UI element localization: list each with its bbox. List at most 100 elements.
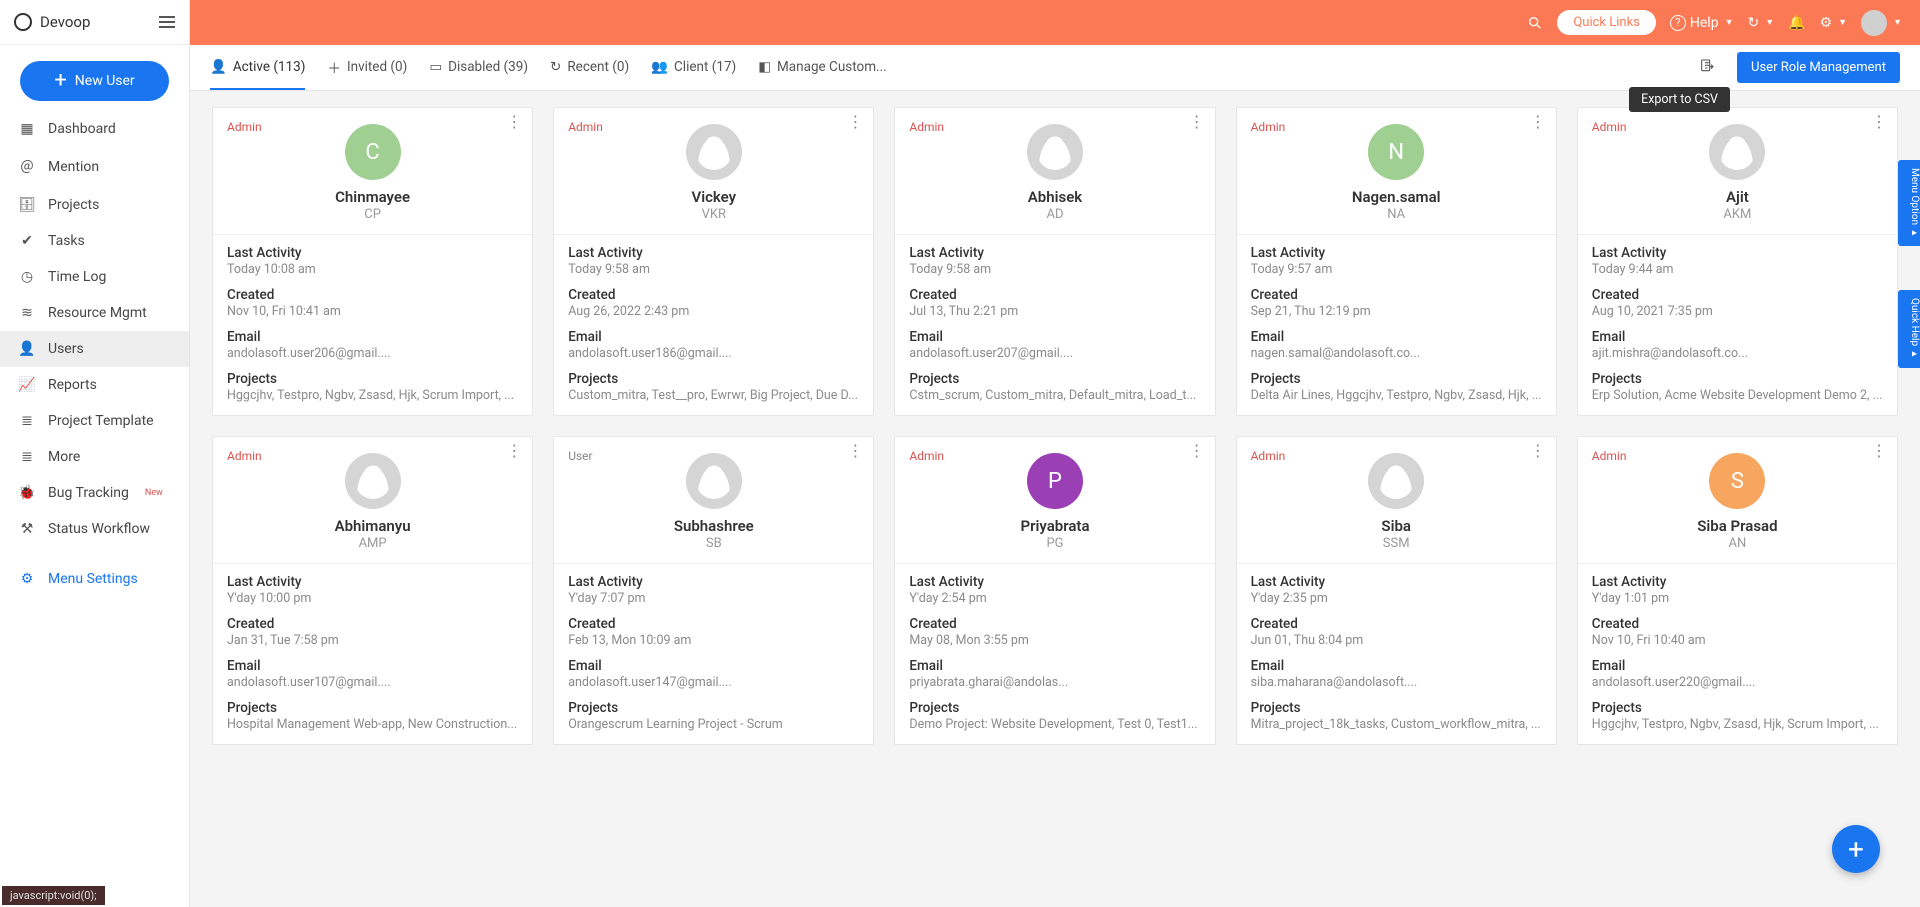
tab-manage-custom[interactable]: ◧Manage Custom...	[758, 45, 886, 90]
card-menu-button[interactable]: ⋮	[506, 118, 522, 126]
brand-logo[interactable]: Devoop	[14, 13, 90, 31]
chevron-down-icon: ▼	[1893, 17, 1902, 28]
user-role-management-button[interactable]: User Role Management	[1737, 52, 1900, 83]
field-projects: Projects Hggcjhv, Testpro, Ngbv, Zsasd, …	[227, 371, 518, 403]
topbar: Quick Links ?Help▼ ↻▼ 🔔 ⚙▼ ▼	[190, 0, 1920, 45]
bug-icon: 🐞	[18, 485, 36, 501]
recent-icon: ↻	[550, 59, 561, 75]
card-menu-button[interactable]: ⋮	[847, 447, 863, 455]
avatar-placeholder-icon	[1368, 453, 1424, 509]
avatar-placeholder-icon	[345, 453, 401, 509]
field-last-activity: Last Activity Today 9:44 am	[1592, 245, 1883, 277]
sidebar-item-bugtracking[interactable]: 🐞Bug TrackingNew	[0, 475, 189, 511]
new-user-button[interactable]: + New User	[20, 61, 169, 101]
field-created: Created May 08, Mon 3:55 pm	[909, 616, 1200, 648]
card-menu-button[interactable]: ⋮	[1530, 447, 1546, 455]
user-name: Chinmayee	[227, 188, 518, 206]
settings-button[interactable]: ⚙▼	[1820, 15, 1847, 31]
tab-invited[interactable]: ＋Invited (0)	[327, 45, 407, 90]
user-card[interactable]: Admin ⋮ Vickey VKR Last Activity Today 9…	[553, 107, 874, 416]
field-projects: Projects Hospital Management Web-app, Ne…	[227, 700, 518, 732]
side-tab-menu-option[interactable]: Menu Option ▸	[1898, 160, 1920, 246]
user-code: AMP	[227, 536, 518, 551]
tabs-row: 👤Active (113) ＋Invited (0) ▭Disabled (39…	[190, 45, 1920, 91]
card-menu-button[interactable]: ⋮	[847, 118, 863, 126]
user-card[interactable]: Admin ⋮ C Chinmayee CP Last Activity Tod…	[212, 107, 533, 416]
sidebar-item-tasks[interactable]: ✔Tasks	[0, 223, 189, 259]
field-last-activity: Last Activity Y'day 7:07 pm	[568, 574, 859, 606]
notifications-button[interactable]: 🔔	[1788, 15, 1805, 31]
user-card[interactable]: Admin ⋮ Siba SSM Last Activity Y'day 2:3…	[1236, 436, 1557, 745]
sidebar-item-timelog[interactable]: ◷Time Log	[0, 259, 189, 295]
sidebar-item-reports[interactable]: 📈Reports	[0, 367, 189, 403]
check-icon: ✔	[18, 233, 36, 249]
add-fab-button[interactable]: +	[1832, 825, 1880, 873]
field-created: Created Aug 26, 2022 2:43 pm	[568, 287, 859, 319]
field-email: Email siba.maharana@andolasoft....	[1251, 658, 1542, 690]
sidebar-item-resource[interactable]: ≋Resource Mgmt	[0, 295, 189, 331]
sidebar-item-template[interactable]: ≣Project Template	[0, 403, 189, 439]
sidebar-item-mention[interactable]: ＠Mention	[0, 147, 189, 187]
card-body: Last Activity Today 9:58 am Created Aug …	[554, 235, 873, 415]
field-last-activity: Last Activity Y'day 1:01 pm	[1592, 574, 1883, 606]
card-menu-button[interactable]: ⋮	[1189, 447, 1205, 455]
sidebar-item-dashboard[interactable]: ▦Dashboard	[0, 111, 189, 147]
sidebar-item-projects[interactable]: 🗄Projects	[0, 187, 189, 223]
sidebar-item-users[interactable]: 👤Users	[0, 331, 189, 367]
export-csv-tooltip: Export to CSV	[1629, 87, 1730, 112]
help-button[interactable]: ?Help▼	[1670, 15, 1734, 31]
history-button[interactable]: ↻▼	[1748, 15, 1775, 31]
card-menu-button[interactable]: ⋮	[1530, 118, 1546, 126]
user-name: Nagen.samal	[1251, 188, 1542, 206]
sidebar-item-menu-settings[interactable]: ⚙Menu Settings	[0, 561, 189, 597]
quick-links-button[interactable]: Quick Links	[1557, 10, 1656, 35]
field-email: Email ajit.mishra@andolasoft.co...	[1592, 329, 1883, 361]
cards-scroll[interactable]: Admin ⋮ C Chinmayee CP Last Activity Tod…	[190, 91, 1920, 907]
role-label: Admin	[227, 449, 262, 463]
tab-disabled[interactable]: ▭Disabled (39)	[429, 45, 528, 90]
field-last-activity: Last Activity Y'day 10:00 pm	[227, 574, 518, 606]
field-projects: Projects Demo Project: Website Developme…	[909, 700, 1200, 732]
role-label: Admin	[909, 120, 944, 134]
card-body: Last Activity Today 9:44 am Created Aug …	[1578, 235, 1897, 415]
user-name: Abhimanyu	[227, 517, 518, 535]
user-card[interactable]: User ⋮ Subhashree SB Last Activity Y'day…	[553, 436, 874, 745]
field-created: Created Feb 13, Mon 10:09 am	[568, 616, 859, 648]
user-card[interactable]: Admin ⋮ S Siba Prasad AN Last Activity Y…	[1577, 436, 1898, 745]
card-header: Admin ⋮ P Priyabrata PG	[895, 437, 1214, 564]
sidebar-item-statusworkflow[interactable]: ⚒Status Workflow	[0, 511, 189, 547]
logo-icon	[14, 13, 32, 31]
tab-active[interactable]: 👤Active (113)	[210, 45, 305, 90]
user-code: AKM	[1592, 207, 1883, 222]
user-card[interactable]: Admin ⋮ Ajit AKM Last Activity Today 9:4…	[1577, 107, 1898, 416]
side-tab-quick-help[interactable]: Quick Help ▸	[1898, 290, 1920, 368]
new-user-label: New User	[75, 73, 135, 89]
dashboard-icon: ▦	[18, 121, 36, 137]
user-code: AN	[1592, 536, 1883, 551]
card-body: Last Activity Y'day 1:01 pm Created Nov …	[1578, 564, 1897, 744]
user-card[interactable]: Admin ⋮ Abhimanyu AMP Last Activity Y'da…	[212, 436, 533, 745]
field-email: Email andolasoft.user186@gmail....	[568, 329, 859, 361]
card-menu-button[interactable]: ⋮	[1189, 118, 1205, 126]
user-card[interactable]: Admin ⋮ P Priyabrata PG Last Activity Y'…	[894, 436, 1215, 745]
user-name: Siba Prasad	[1592, 517, 1883, 535]
role-label: Admin	[909, 449, 944, 463]
card-menu-button[interactable]: ⋮	[1871, 447, 1887, 455]
search-icon[interactable]	[1527, 15, 1543, 31]
field-email: Email priyabrata.gharai@andolas...	[909, 658, 1200, 690]
card-menu-button[interactable]: ⋮	[506, 447, 522, 455]
card-header: Admin ⋮ N Nagen.samal NA	[1237, 108, 1556, 235]
new-badge: New	[145, 488, 163, 498]
sidebar-item-more[interactable]: ≣More	[0, 439, 189, 475]
export-csv-button[interactable]	[1699, 58, 1715, 78]
user-card[interactable]: Admin ⋮ N Nagen.samal NA Last Activity T…	[1236, 107, 1557, 416]
tab-client[interactable]: 👥Client (17)	[651, 45, 736, 90]
user-card[interactable]: Admin ⋮ Abhisek AD Last Activity Today 9…	[894, 107, 1215, 416]
profile-button[interactable]: ▼	[1861, 10, 1902, 36]
hamburger-icon[interactable]	[159, 16, 175, 28]
mention-icon: ＠	[18, 157, 36, 177]
role-label: User	[568, 449, 592, 463]
tab-recent[interactable]: ↻Recent (0)	[550, 45, 629, 90]
card-menu-button[interactable]: ⋮	[1871, 118, 1887, 126]
user-code: PG	[909, 536, 1200, 551]
